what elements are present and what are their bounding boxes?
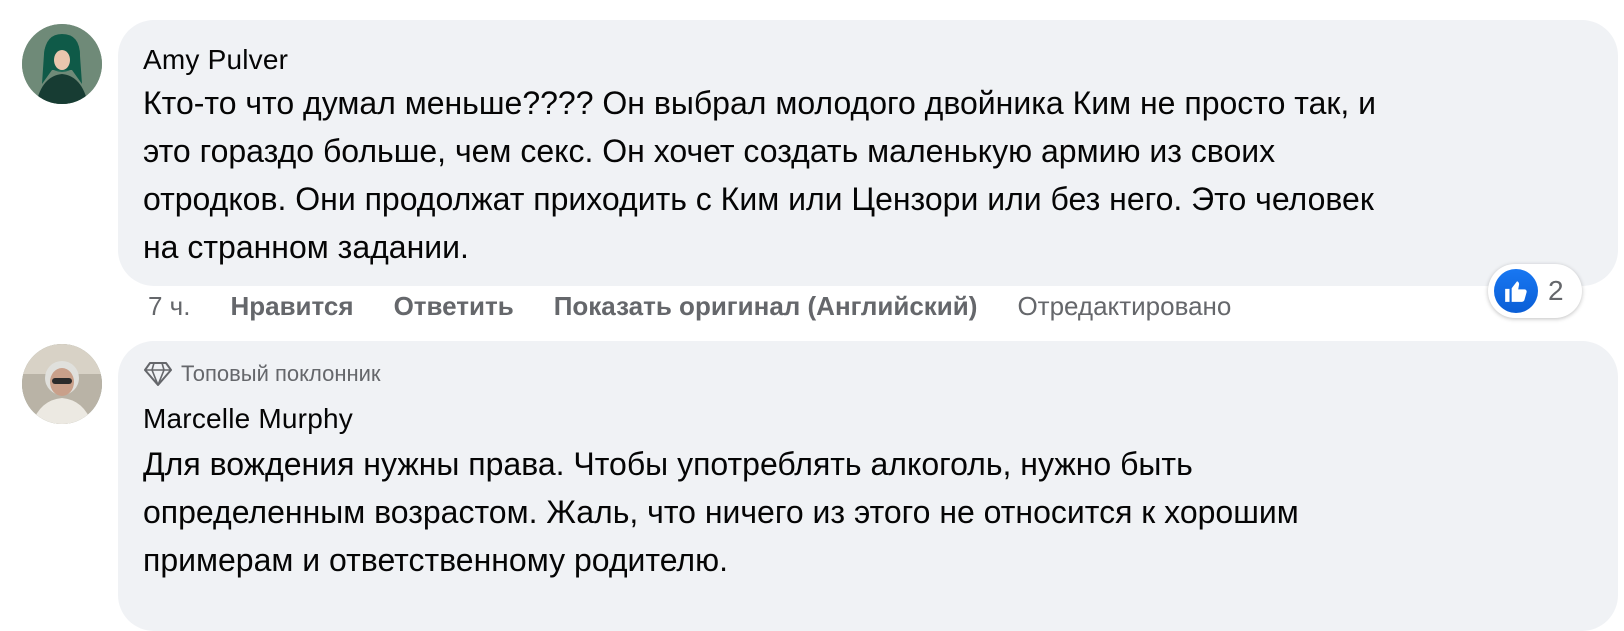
comment-text-line: примерам и ответственному родителю. (143, 542, 728, 578)
comment-text-line: отродков. Они продолжат приходить с Ким … (143, 181, 1374, 217)
comment-text: Для вождения нужны права. Чтобы употребл… (143, 440, 1603, 584)
comment-bubble: Топовый поклонник Marcelle Murphy Для во… (118, 341, 1618, 631)
thumbs-up-icon (1494, 269, 1538, 313)
comment-text-line: это гораздо больше, чем секс. Он хочет с… (143, 133, 1276, 169)
diamond-icon (144, 362, 172, 386)
comment-text-line: Для вождения нужны права. Чтобы употребл… (143, 446, 1193, 482)
reply-button[interactable]: Ответить (394, 291, 514, 322)
comment-bubble: Amy Pulver Кто-то что думал меньше???? О… (118, 20, 1618, 286)
comment-actions: 7 ч. Нравится Ответить Показать оригинал… (148, 291, 1231, 322)
avatar[interactable] (22, 344, 102, 424)
reaction-count: 2 (1548, 275, 1564, 306)
avatar-image (22, 24, 102, 104)
badge-label: Топовый поклонник (181, 361, 381, 386)
comment-author[interactable]: Marcelle Murphy (143, 403, 353, 435)
reaction-summary[interactable]: 2 (1488, 264, 1582, 318)
comment-text: Кто-то что думал меньше???? Он выбрал мо… (143, 79, 1603, 271)
top-fan-badge: Топовый поклонник (143, 361, 381, 387)
avatar-image (22, 344, 102, 424)
like-button[interactable]: Нравится (230, 291, 353, 322)
avatar[interactable] (22, 24, 102, 104)
show-original-button[interactable]: Показать оригинал (Английский) (554, 291, 978, 322)
comment-author[interactable]: Amy Pulver (143, 44, 288, 76)
edited-label[interactable]: Отредактировано (1017, 291, 1231, 322)
comment-timestamp[interactable]: 7 ч. (148, 291, 190, 322)
comment-text-line: Кто-то что думал меньше???? Он выбрал мо… (143, 85, 1377, 121)
comment-text-line: на странном задании. (143, 229, 469, 265)
comment-text-line: определенным возрастом. Жаль, что ничего… (143, 494, 1299, 530)
